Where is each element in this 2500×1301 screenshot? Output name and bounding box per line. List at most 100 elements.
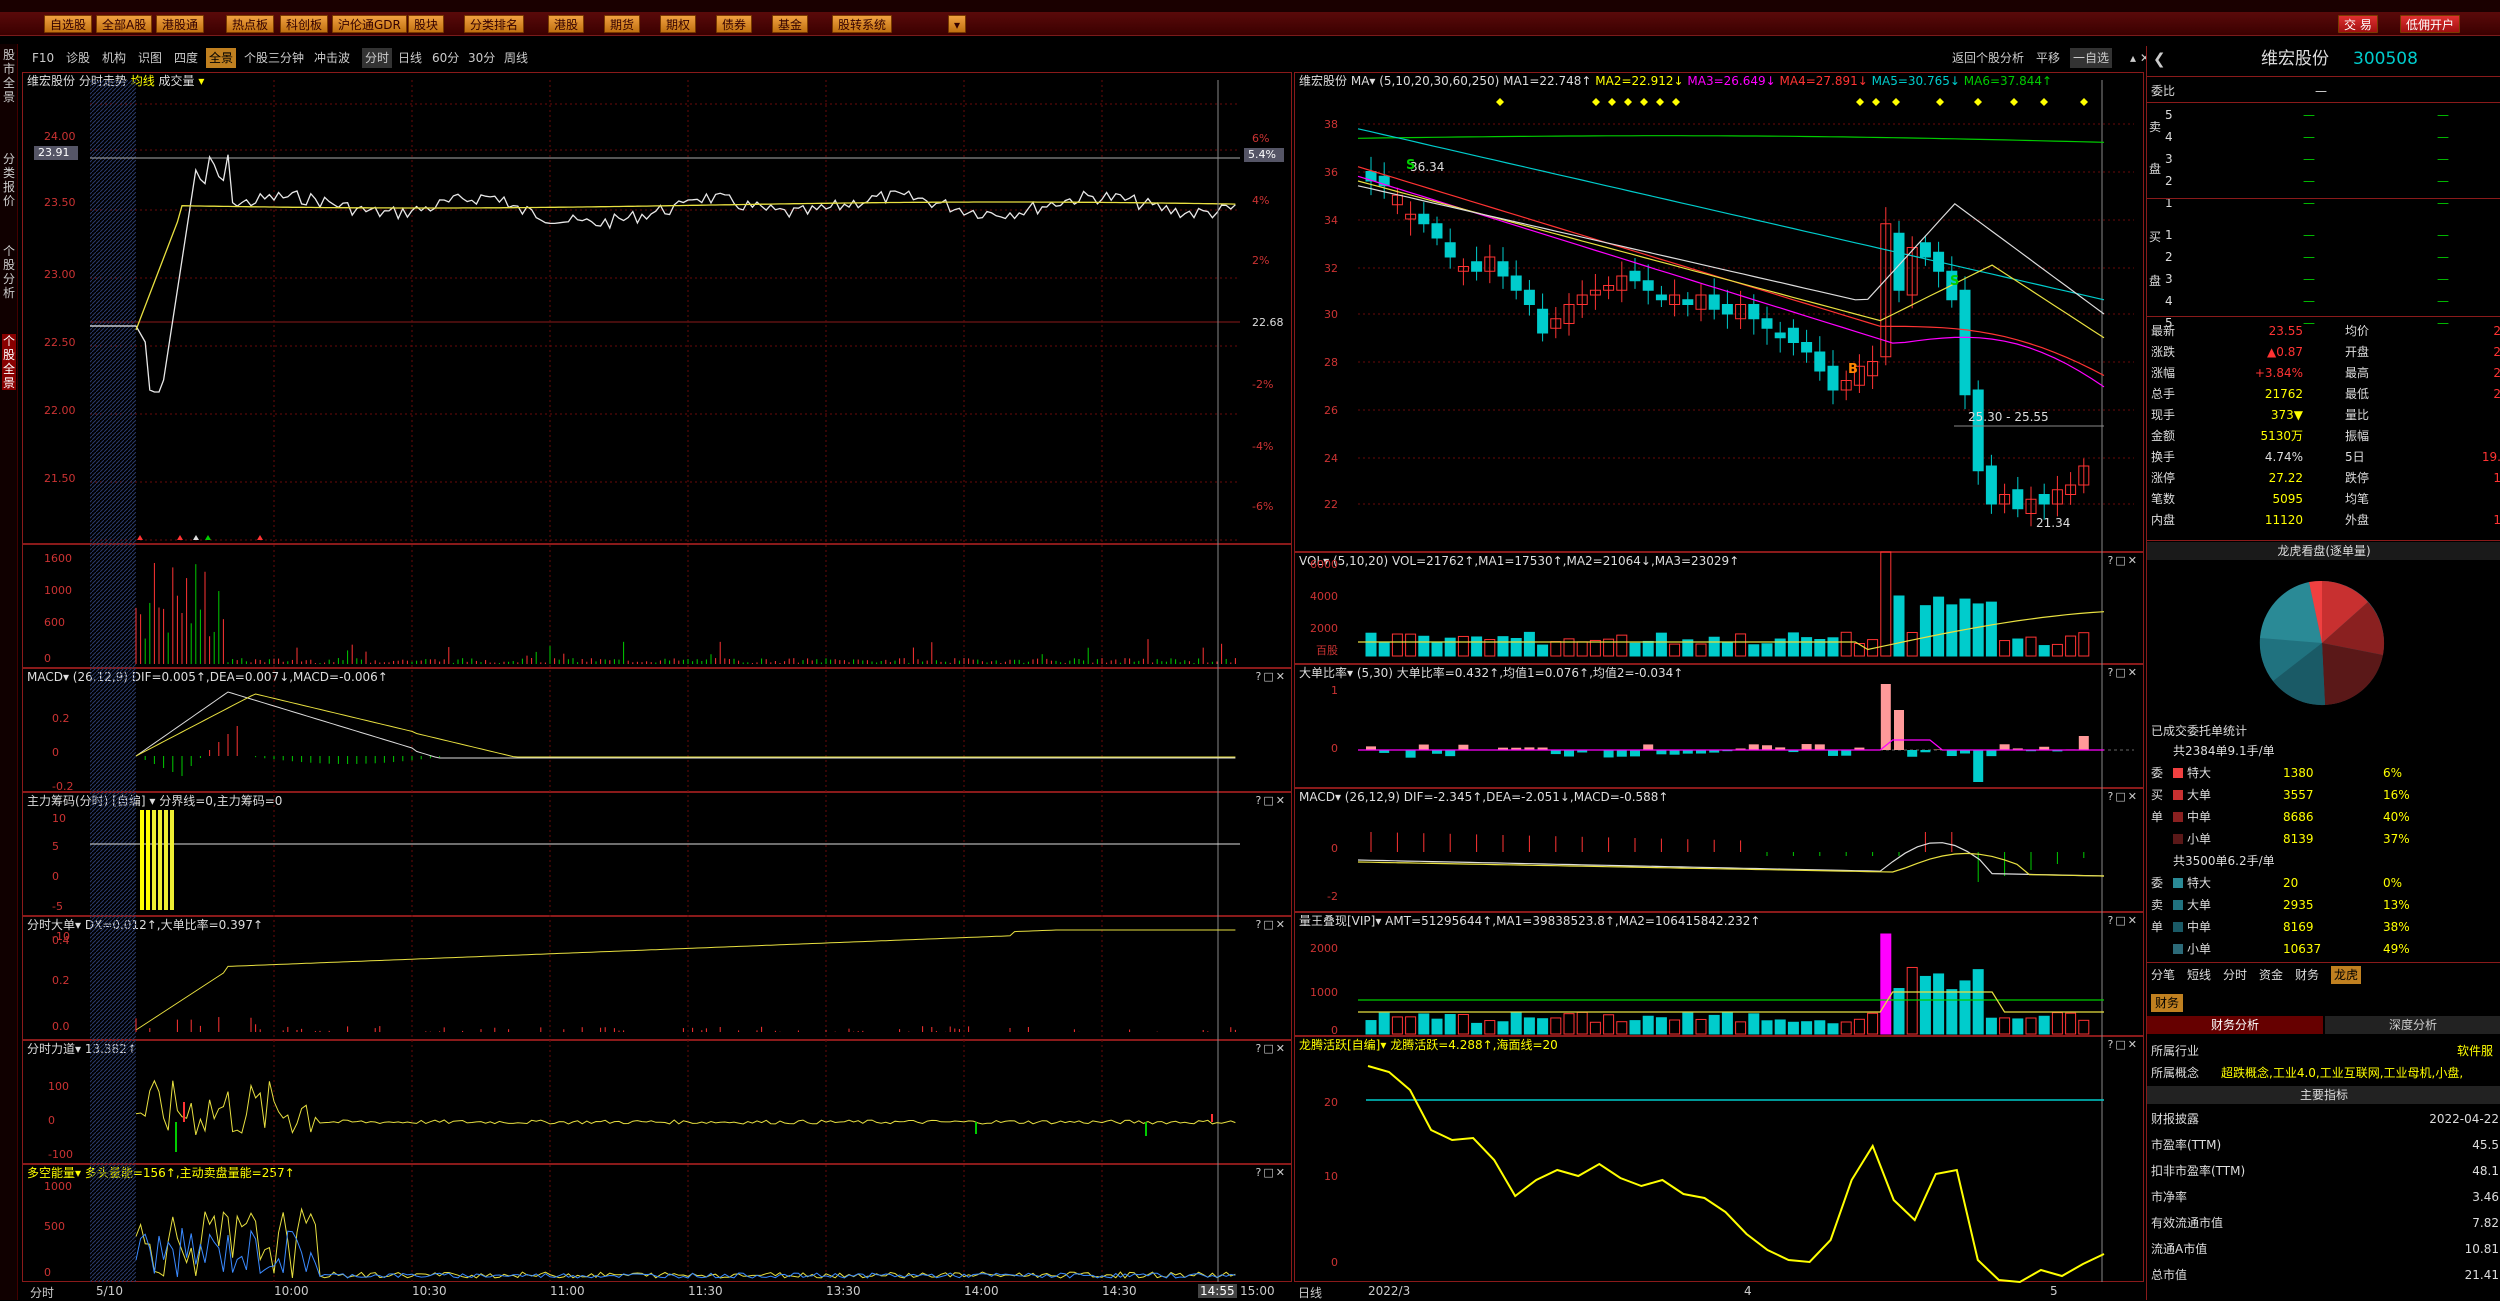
daily-vol-bar [1960,599,1970,656]
trade-button[interactable]: 交 易 [2338,15,2378,33]
quote-label: 现手 [2151,406,2175,424]
ob-price[interactable]: — [2303,106,2315,124]
charts-svg: 24.0023.9123.5023.0022.5022.0021.506%5.4… [0,0,2146,1300]
daily-vol-bar [1511,638,1521,656]
quote-value: 4.74% [2243,448,2303,466]
pct-axis-label: -2% [1252,378,1273,391]
quote-value: 21762 [2243,385,2303,403]
daily-vol-bar [1643,641,1653,656]
fin-tab[interactable]: 财务 [2151,994,2183,1012]
fl-axis-label: 0 [48,1114,55,1127]
ob-volume: — [2437,150,2449,168]
daily-lw-bar [1696,1019,1706,1034]
quote-label: 换手 [2151,448,2175,466]
quote-label-2: 量比 [2345,406,2369,424]
bottom-tab-0[interactable]: 分笔 [2151,966,2175,984]
quote-label: 最新 [2151,322,2175,340]
daily-lw-bar [1630,1021,1640,1034]
ob-level: 1 [2165,194,2173,212]
bottom-tab-4[interactable]: 财务 [2295,966,2319,984]
quote-value: 5130万 [2243,427,2303,445]
fin-label: 市盈率(TTM) [2151,1136,2221,1154]
db-bar [1617,750,1627,757]
daily-lw-bar [2052,1013,2062,1034]
bottom-tab-3[interactable]: 资金 [2259,966,2283,984]
ob-price[interactable]: — [2303,292,2315,310]
db-bar [1815,744,1825,750]
candle-body [1762,319,1772,329]
daily-vol-bar [1617,635,1627,656]
ob-price[interactable]: — [2303,226,2315,244]
fin-analysis-tab[interactable]: 财务分析 [2147,1016,2323,1034]
daily-lw-bar [1406,1017,1416,1034]
fin-label: 扣非市盈率(TTM) [2151,1162,2245,1180]
daily-dea [1358,853,2104,876]
x-label: 4 [1744,1284,1752,1298]
daily-price-label: 26 [1324,404,1338,417]
signal-diamond [1672,98,1680,106]
dd-axis-label: 0.2 [52,974,70,987]
buy-mark: B [1848,362,1858,377]
vol-axis-label: 1600 [44,552,72,565]
daily-lw-bar [1986,1018,1996,1034]
ob-price[interactable]: — [2303,270,2315,288]
side-label: 单 [2151,808,2163,826]
daily-lw-bar [1736,1022,1746,1034]
concept-value[interactable]: 超跌概念,工业4.0,工业互联网,工业母机,小盘, [2221,1064,2500,1082]
bottom-tab-5[interactable]: 龙虎 [2331,966,2361,984]
ob-level: 3 [2165,270,2173,288]
dd-line [136,930,1235,1030]
ob-volume: — [2437,270,2449,288]
candle-body [1511,276,1521,290]
daily-vol-bar [1749,645,1759,656]
ob-price[interactable]: — [2303,172,2315,190]
sell-mark-2: S [1406,158,1415,173]
dk-axis-label: 500 [44,1220,65,1233]
ma6-line [1358,136,2104,143]
signal-diamond [1496,98,1504,106]
x-label[interactable]: 日线 [1298,1284,1322,1301]
ob-level: 2 [2165,172,2173,190]
daily-lw-bar [1894,989,1904,1034]
ob-price[interactable]: — [2303,128,2315,146]
stock-name: 维宏股份 [2261,50,2329,68]
ob-price[interactable]: — [2303,248,2315,266]
bottom-tab-2[interactable]: 分时 [2223,966,2247,984]
x-label[interactable]: 分时 [30,1284,54,1301]
ob-price[interactable]: — [2303,150,2315,168]
daily-vol-bar [1973,604,1983,656]
daily-vol-bar [1696,644,1706,656]
fin-value: 45.5 [2387,1136,2499,1154]
fin-label: 财报披露 [2151,1110,2199,1128]
daily-vol-bar [1907,632,1917,656]
open-account-button[interactable]: 低佣开户 [2400,15,2460,33]
daily-lw-bar [1656,1018,1666,1034]
price-axis-label: 23.00 [44,268,76,281]
db-bar [1604,750,1614,757]
bottom-tab-1[interactable]: 短线 [2187,966,2211,984]
dd-axis-label: 0.4 [52,934,70,947]
ob-volume: — [2437,292,2449,310]
pct-axis-label: -4% [1252,440,1273,453]
back-icon[interactable]: ❮ [2153,50,2166,68]
ob-level: 2 [2165,248,2173,266]
swatch [2173,878,2183,888]
daily-vol-bar [1854,643,1864,656]
industry-value[interactable]: 软件服 [2457,1042,2493,1060]
quote-value-2: 19. [2457,448,2500,466]
daily-vol-bar [1498,637,1508,656]
daily-lw-bar [1854,1019,1864,1034]
daily-lw-bar [1683,1013,1693,1034]
daily-lw-bar [1643,1016,1653,1034]
x-cursor-label: 14:55 [1198,1284,1237,1298]
db-bar [1907,750,1917,757]
dif-line [136,692,1235,758]
signal-diamond [1892,98,1900,106]
daily-vol-bar [1920,606,1930,656]
fin-value: 7.82 [2387,1214,2499,1232]
db-bar [1458,745,1468,750]
deep-analysis-tab[interactable]: 深度分析 [2325,1016,2500,1034]
ob-price[interactable]: — [2303,194,2315,212]
swatch [2173,900,2183,910]
daily-vol-bar [2039,646,2049,656]
